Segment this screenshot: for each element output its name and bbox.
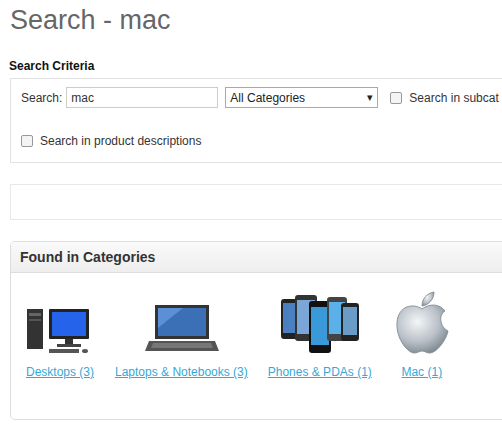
dropdown-arrow: ▾: [367, 89, 373, 106]
checkbox-label: Search in subcat: [409, 89, 498, 107]
page-title: Search - mac: [10, 0, 502, 38]
category-item[interactable]: Laptops & Notebooks (3): [115, 287, 248, 381]
desktop-icon: [25, 303, 95, 355]
search-input[interactable]: mac: [66, 87, 218, 108]
description-checkbox[interactable]: Search in product descriptions: [21, 132, 502, 150]
checkbox-label: Search in product descriptions: [40, 132, 201, 150]
category-link[interactable]: Mac (1): [401, 363, 442, 381]
categories-header: Found in Categories: [11, 242, 502, 273]
laptop-icon: [143, 303, 219, 355]
category-item[interactable]: Mac (1): [392, 287, 452, 381]
category-link[interactable]: Desktops (3): [26, 363, 94, 381]
checkbox-box[interactable]: [21, 135, 33, 147]
category-link[interactable]: Phones & PDAs (1): [268, 363, 372, 381]
category-select[interactable]: All Categories ▾: [225, 87, 378, 108]
page: Search - mac Search Criteria Search:mac All…: [0, 0, 502, 429]
criteria-box: Search:mac All Categories ▾ Search in subca…: [10, 78, 502, 163]
subcategory-checkbox[interactable]: Search in subcat: [390, 89, 498, 107]
category-list: Desktops (3) Laptops & Notebooks (3) Phone…: [11, 273, 502, 381]
category-item[interactable]: Desktops (3): [25, 287, 95, 381]
empty-panel: [10, 184, 502, 220]
category-select-value: All Categories: [230, 89, 305, 107]
category-item[interactable]: Phones & PDAs (1): [268, 287, 372, 381]
phones-icon: [279, 291, 361, 355]
checkbox-box[interactable]: [390, 92, 402, 104]
search-row: Search:mac All Categories ▾ Search in subca…: [21, 87, 502, 108]
apple-icon: [392, 289, 452, 355]
criteria-heading: Search Criteria: [9, 57, 502, 75]
search-label: Search:: [21, 89, 62, 107]
category-link[interactable]: Laptops & Notebooks (3): [115, 363, 248, 381]
categories-panel: Found in Categories Desktops (3) Laptops &…: [10, 241, 502, 420]
